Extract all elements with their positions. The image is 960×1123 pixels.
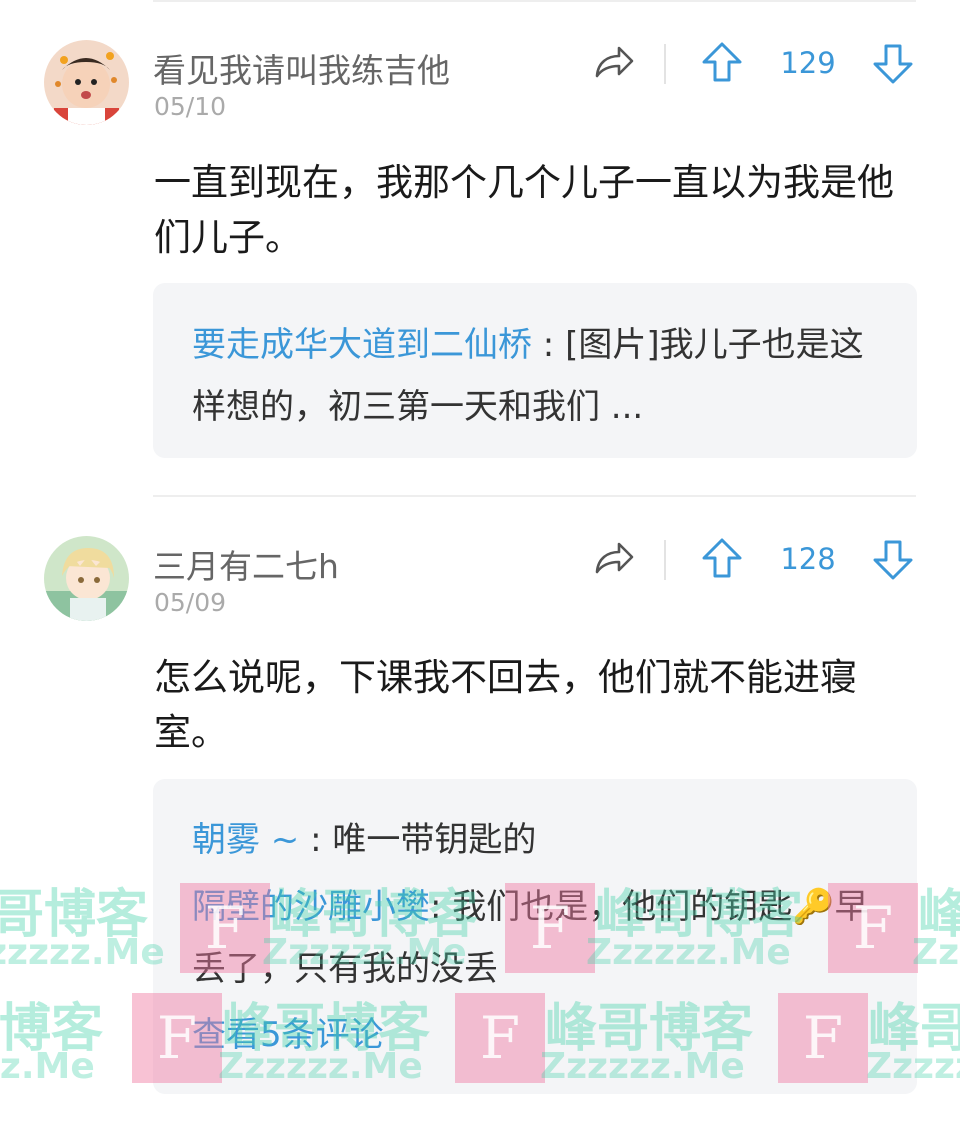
action-separator: [664, 540, 666, 580]
reply-item[interactable]: 要走成华大道到二仙桥 : [图片]我儿子也是这样想的，初三第一天和我们 ...: [192, 314, 882, 438]
comment-date: 05/10: [154, 92, 227, 121]
share-icon[interactable]: [588, 534, 638, 584]
reply-box[interactable]: 要走成华大道到二仙桥 : [图片]我儿子也是这样想的，初三第一天和我们 ...: [153, 283, 917, 458]
share-icon[interactable]: [588, 38, 638, 88]
reply-separator: :: [532, 325, 566, 365]
reply-separator: :: [430, 887, 453, 927]
reply-text: 我们也是，他们的钥匙: [452, 887, 793, 927]
avatar[interactable]: [44, 536, 129, 621]
arrow-down-icon[interactable]: [868, 38, 918, 88]
arrow-up-icon[interactable]: [697, 534, 747, 584]
vote-count: 129: [780, 46, 836, 80]
comment-card: 三月有二七h 05/09 128 怎么说呢，下课我不回去，他们就不能进寝室。 朝…: [0, 495, 960, 1123]
comment-text: 怎么说呢，下课我不回去，他们就不能进寝室。: [154, 656, 857, 754]
reply-author[interactable]: 要走成华大道到二仙桥: [192, 325, 532, 365]
username[interactable]: 三月有二七h: [153, 540, 339, 588]
reply-item[interactable]: 朝雾 ~ : 唯一带钥匙的: [192, 809, 882, 871]
key-emoji: 🔑: [792, 887, 835, 927]
username[interactable]: 看见我请叫我练吉他: [153, 44, 450, 92]
reply-author[interactable]: 朝雾 ~: [192, 820, 299, 860]
view-more-comments-link[interactable]: 查看5条评论: [192, 1004, 384, 1066]
avatar[interactable]: [44, 40, 129, 125]
arrow-down-icon[interactable]: [868, 534, 918, 584]
reply-box[interactable]: 朝雾 ~ : 唯一带钥匙的 隔壁的沙雕小樊: 我们也是，他们的钥匙🔑早丢了，只有…: [153, 779, 917, 1094]
reply-separator: :: [299, 820, 333, 860]
arrow-up-icon[interactable]: [697, 38, 747, 88]
reply-item[interactable]: 隔壁的沙雕小樊: 我们也是，他们的钥匙🔑早丢了，只有我的没丢: [192, 876, 882, 1000]
reply-author[interactable]: 隔壁的沙雕小樊: [192, 887, 430, 927]
vote-count: 128: [780, 542, 836, 576]
action-separator: [664, 44, 666, 84]
reply-text: 唯一带钥匙的: [332, 820, 537, 860]
comment-date: 05/09: [154, 588, 227, 617]
comment-card: 看见我请叫我练吉他 05/10 129 一直到现在，我那个几个儿子一直以为我是他…: [0, 0, 960, 480]
comment-text: 一直到现在，我那个几个儿子一直以为我是他们儿子。: [154, 161, 894, 259]
